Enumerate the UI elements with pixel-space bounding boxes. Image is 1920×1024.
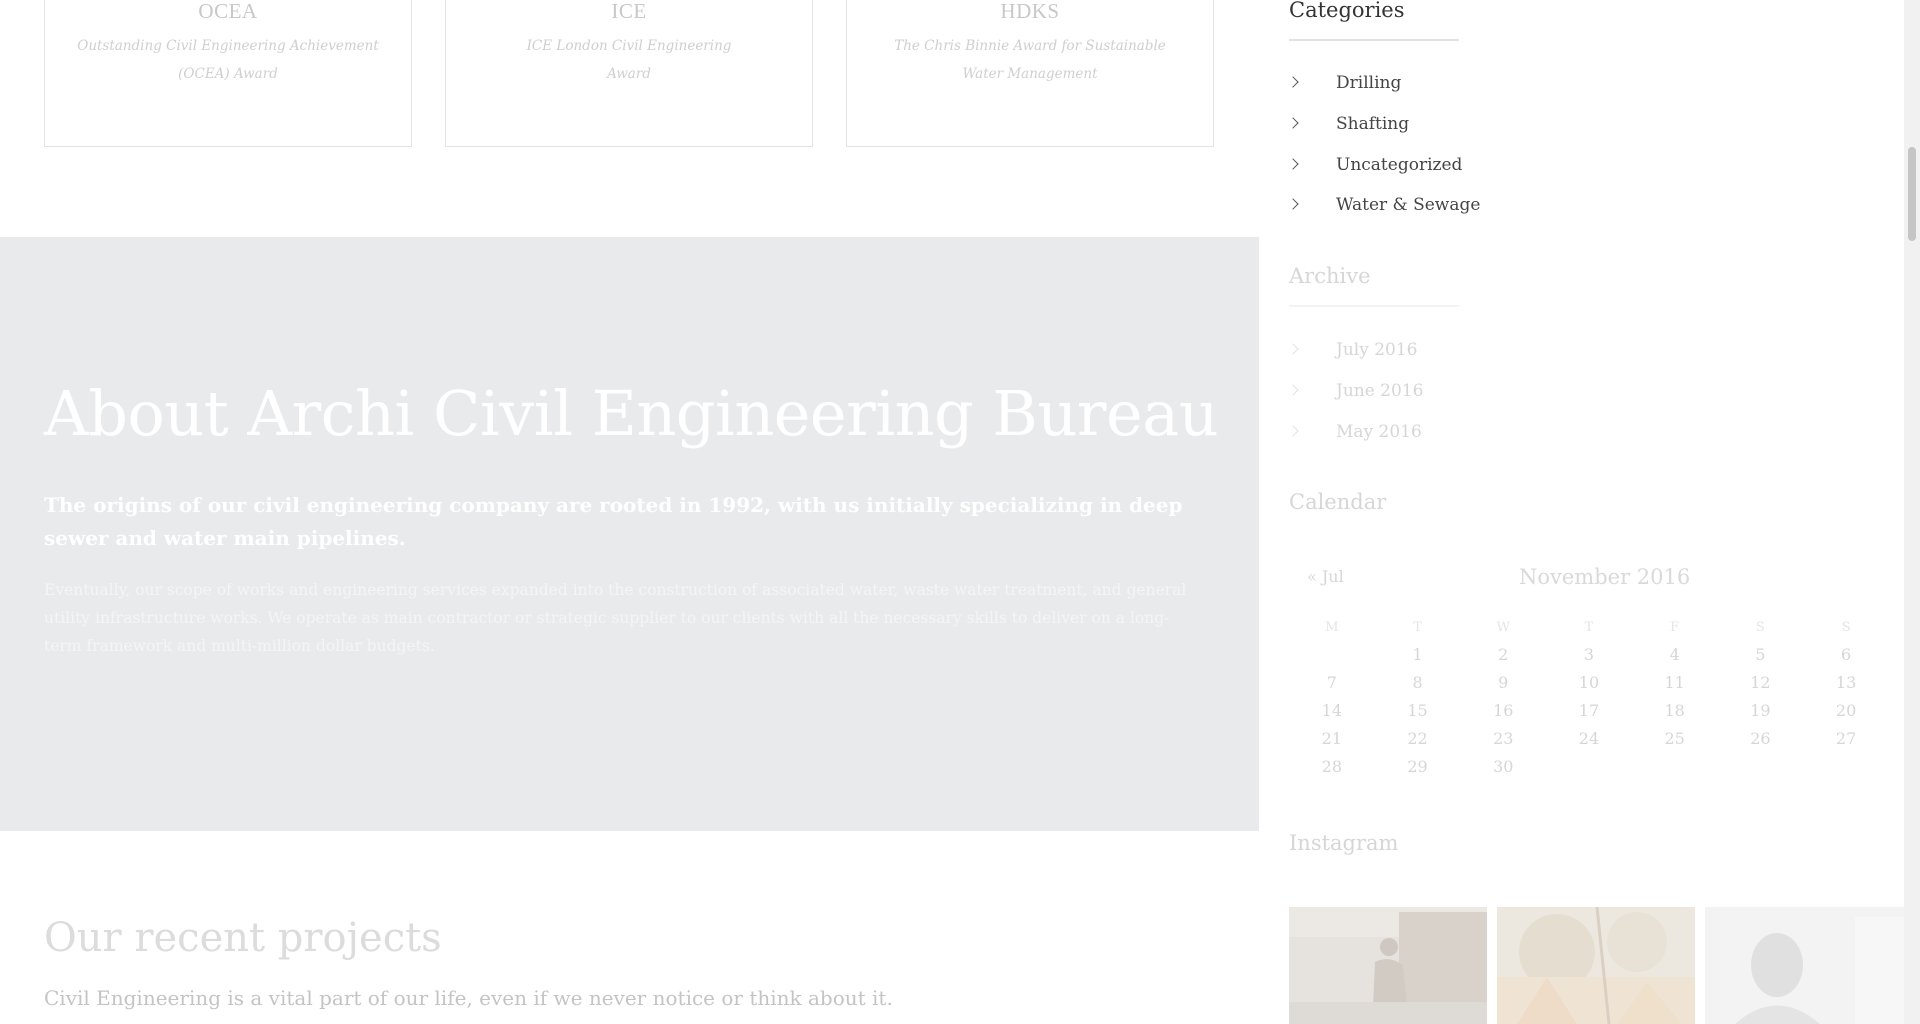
about-lead: The origins of our civil engineering com… [44, 493, 1183, 550]
recent-projects-title: Our recent projects [44, 915, 442, 961]
calendar-day: 18 [1664, 700, 1685, 720]
about-title: About Archi Civil Engineering Bureau [44, 377, 1219, 450]
calendar-day: 22 [1407, 728, 1428, 748]
about-section: About Archi Civil Engineering Bureau The… [0, 237, 1259, 831]
archive-label: May 2016 [1336, 422, 1422, 442]
archive-underline [1289, 305, 1459, 307]
calendar-table: M T W T F S S 1 2 3 4 5 6 7 8 9 10 11 12… [1289, 614, 1889, 780]
calendar-day: 4 [1669, 644, 1680, 664]
calendar-week: 1 2 3 4 5 6 [1289, 640, 1889, 668]
weekday: S [1755, 619, 1765, 635]
award-card: HDKS The Chris Binnie Award for Sustaina… [846, 0, 1214, 147]
chevron-right-icon [1287, 425, 1299, 437]
weekday: T [1584, 619, 1594, 635]
chevron-right-icon [1287, 384, 1299, 396]
awards-section: OCEA Outstanding Civil Engineering Achie… [0, 0, 1259, 237]
weekday: M [1325, 619, 1339, 635]
calendar-week: 7 8 9 10 11 12 13 [1289, 668, 1889, 696]
calendar-day: 16 [1493, 700, 1514, 720]
calendar-day: 21 [1321, 728, 1343, 748]
calendar-day: 28 [1321, 756, 1343, 776]
recent-projects-text: Civil Engineering is a vital part of our… [44, 986, 893, 1010]
calendar-day: 29 [1407, 756, 1428, 776]
weekday: S [1841, 619, 1851, 635]
category-label: Drilling [1336, 73, 1402, 93]
categories-underline [1289, 39, 1459, 41]
calendar-day: 2 [1498, 644, 1509, 664]
instagram-photo[interactable] [1497, 907, 1695, 1024]
calendar-day: 27 [1835, 728, 1857, 748]
chevron-right-icon [1287, 198, 1299, 210]
archive-title: Archive [1289, 264, 1371, 288]
category-label: Shafting [1336, 114, 1410, 134]
calendar-day: 15 [1407, 700, 1428, 720]
instagram-photo-image [1497, 907, 1695, 1024]
page-scrollbar[interactable] [1904, 0, 1920, 1024]
calendar-week: 28 29 30 [1289, 752, 1889, 780]
calendar-day: 3 [1583, 644, 1595, 664]
calendar-week: 21 22 23 24 25 26 27 [1289, 724, 1889, 752]
calendar-day [1803, 752, 1889, 780]
calendar-day: 30 [1493, 756, 1514, 776]
chevron-right-icon [1287, 117, 1299, 129]
instagram-photo-image [1705, 907, 1904, 1024]
calendar-day: 5 [1755, 644, 1766, 664]
calendar-day: 24 [1578, 728, 1600, 748]
calendar-day: 12 [1750, 672, 1771, 692]
calendar-day: 20 [1835, 700, 1857, 720]
weekday: T [1413, 619, 1422, 635]
chevron-right-icon [1287, 343, 1299, 355]
main-content: OCEA Outstanding Civil Engineering Achie… [0, 0, 1259, 1024]
calendar-day [1289, 640, 1375, 668]
calendar-day: 7 [1326, 672, 1337, 692]
chevron-right-icon [1287, 158, 1299, 170]
archive-label: July 2016 [1336, 340, 1418, 360]
calendar-day: 25 [1664, 728, 1685, 748]
scrollbar-thumb[interactable] [1908, 147, 1916, 241]
award-card: ICE ICE London Civil Engineering Award [445, 0, 813, 147]
calendar-day [1546, 752, 1632, 780]
calendar-day: 11 [1664, 672, 1685, 692]
calendar-weekdays: M T W T F S S [1289, 614, 1889, 640]
calendar-day: 19 [1750, 700, 1771, 720]
calendar-title: Calendar [1289, 490, 1387, 514]
category-label: Water & Sewage [1336, 195, 1481, 215]
weekday: W [1496, 619, 1510, 635]
calendar-day: 14 [1321, 700, 1343, 720]
chevron-right-icon [1287, 76, 1299, 88]
weekday: F [1670, 619, 1680, 635]
archive-label: June 2016 [1336, 381, 1424, 401]
categories-title: Categories [1289, 0, 1405, 22]
category-label: Uncategorized [1336, 155, 1463, 175]
award-abbr: ICE [611, 0, 647, 23]
calendar-day: 9 [1498, 672, 1509, 692]
calendar-day: 17 [1578, 700, 1600, 720]
calendar-day: 8 [1412, 672, 1423, 692]
calendar-week: 14 15 16 17 18 19 20 [1289, 696, 1889, 724]
calendar-day: 23 [1493, 728, 1514, 748]
instagram-title: Instagram [1289, 831, 1399, 855]
calendar-day: 10 [1578, 672, 1600, 692]
award-description: Outstanding Civil Engineering Achievemen… [77, 38, 379, 82]
instagram-photo-image [1289, 907, 1487, 1024]
calendar-day: 26 [1750, 728, 1771, 748]
calendar-day [1718, 752, 1804, 780]
calendar-month: November 2016 [1519, 565, 1691, 589]
award-abbr: HDKS [1000, 0, 1060, 23]
calendar-day [1632, 752, 1718, 780]
calendar-day: 13 [1835, 672, 1857, 692]
sidebar: Categories Drilling Shafting Uncategoriz… [1259, 0, 1904, 1024]
calendar-day: 1 [1412, 644, 1423, 664]
award-abbr: OCEA [198, 0, 258, 23]
instagram-photo[interactable] [1289, 907, 1487, 1024]
about-body: Eventually, our scope of works and engin… [44, 581, 1187, 655]
award-description: ICE London Civil Engineering Award [526, 38, 732, 82]
calendar-day: 6 [1841, 644, 1852, 664]
award-description: The Chris Binnie Award for Sustainable W… [894, 38, 1166, 82]
instagram-photo[interactable] [1705, 907, 1904, 1024]
award-card: OCEA Outstanding Civil Engineering Achie… [44, 0, 412, 147]
calendar-prev-link[interactable]: « Jul [1307, 567, 1344, 586]
